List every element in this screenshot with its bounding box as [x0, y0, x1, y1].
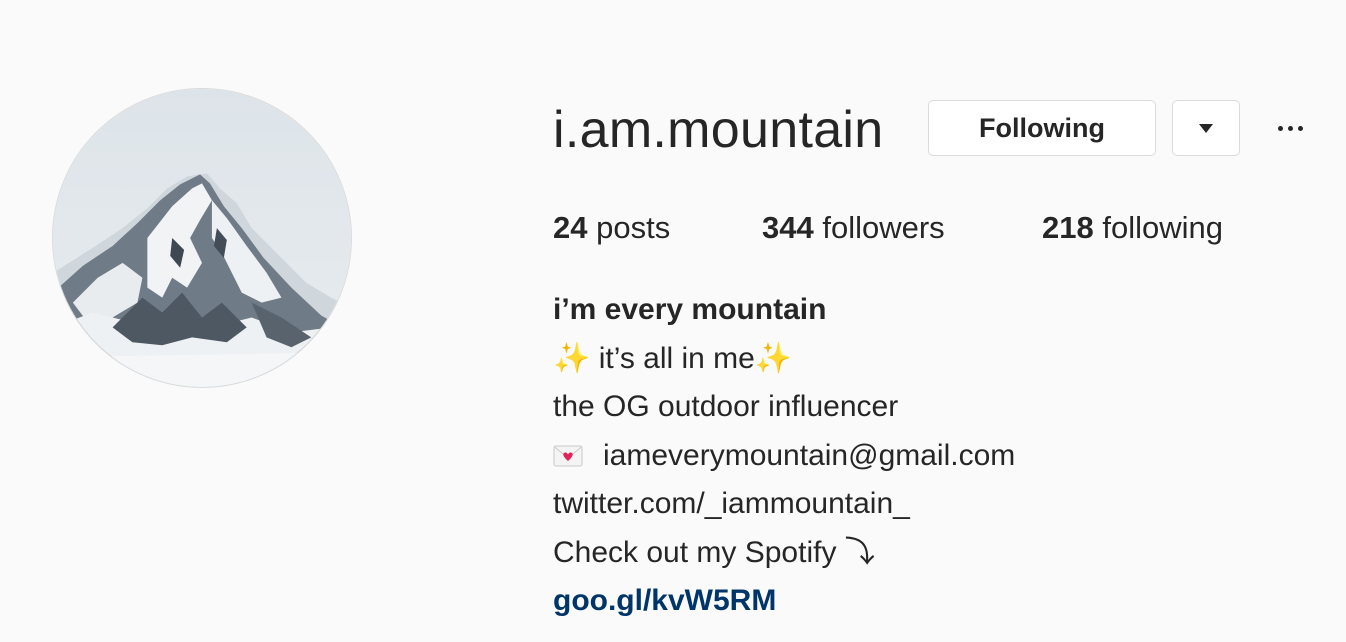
profile-username: i.am.mountain [553, 101, 884, 159]
sparkles-icon: ✨ [553, 341, 591, 375]
posts-count: 24 [553, 210, 588, 245]
following-stat[interactable]: 218 following [1042, 206, 1223, 250]
followers-label: followers [822, 210, 945, 245]
love-letter-icon [553, 434, 583, 466]
bio-line-spotify: Check out my Spotify ⤵ [553, 535, 875, 569]
suggestions-dropdown-button[interactable] [1172, 100, 1240, 156]
profile-header: i.am.mountain Following 24 posts 344 fol… [0, 0, 1346, 642]
bio-tagline-text: it’s all in me [590, 341, 755, 375]
bio-line-tagline: ✨ it’s all in me✨ [553, 335, 1015, 384]
more-options-button[interactable] [1270, 110, 1310, 146]
followers-stat[interactable]: 344 followers [762, 206, 945, 250]
profile-bio: i’m every mountain ✨ it’s all in me✨ the… [553, 286, 1015, 626]
following-label: following [1102, 210, 1223, 245]
ellipsis-icon [1277, 125, 1303, 131]
profile-avatar[interactable] [52, 88, 352, 388]
bio-line-description: the OG outdoor influencer [553, 390, 899, 423]
posts-stat: 24 posts [553, 206, 670, 250]
following-button[interactable]: Following [928, 100, 1156, 156]
bio-line-email: iameverymountain@gmail.com [553, 432, 1015, 481]
following-count: 218 [1042, 210, 1094, 245]
mountain-photo [53, 89, 351, 387]
posts-label: posts [596, 210, 671, 245]
bio-website-link[interactable]: goo.gl/kvW5RM [553, 577, 1015, 626]
caret-down-icon [1199, 123, 1213, 133]
followers-count: 344 [762, 210, 814, 245]
bio-name: i’m every mountain [553, 293, 827, 326]
bio-email: iameverymountain@gmail.com [603, 438, 1016, 472]
bio-line-twitter: twitter.com/_iammountain_ [553, 487, 910, 520]
sparkles-icon: ✨ [754, 341, 793, 375]
